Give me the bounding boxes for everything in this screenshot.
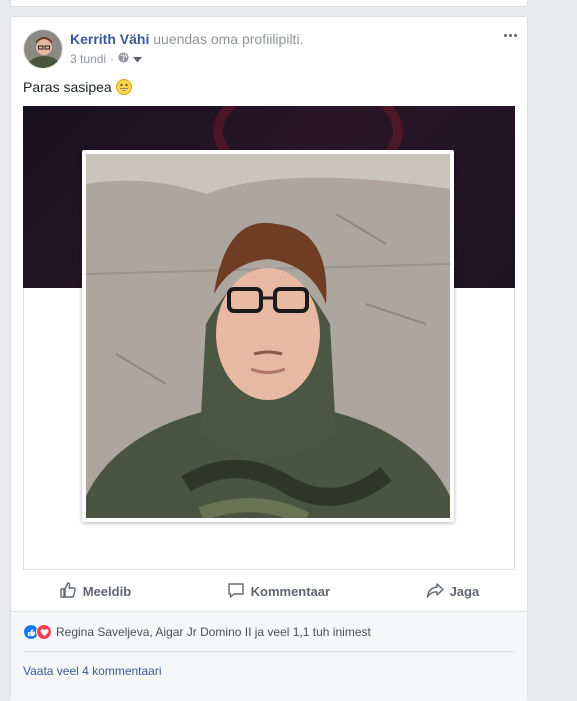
share-button[interactable]: Jaga: [426, 581, 480, 602]
comment-button[interactable]: Kommentaar: [227, 581, 330, 602]
dot: [503, 33, 507, 37]
reactions-summary[interactable]: Regina Saveljeva, Aigar Jr Domino II ja …: [11, 611, 527, 652]
post-header: Kerrith Vähi uuendas oma profiilipilti.: [70, 31, 303, 47]
comment-bubble-icon: [227, 581, 245, 602]
author-name-link[interactable]: Kerrith Vähi: [70, 31, 149, 47]
grinning-face-emoji-icon: [115, 79, 132, 95]
meta-separator: ·: [110, 52, 115, 66]
post-meta: 3 tundi ·: [70, 52, 143, 66]
comment-label: Kommentaar: [250, 583, 331, 599]
post-card: Kerrith Vähi uuendas oma profiilipilti. …: [10, 16, 528, 701]
post-text-content: Paras sasipea: [23, 79, 112, 95]
reaction-icons: [23, 624, 52, 640]
author-avatar[interactable]: [23, 29, 63, 69]
comments-divider: [23, 651, 515, 652]
post-options-button[interactable]: [501, 28, 519, 42]
page-background-strip: [542, 0, 577, 684]
comments-section: Vaata veel 4 kommentaari: [11, 651, 527, 701]
thumbs-up-icon: [59, 581, 77, 602]
profile-photo[interactable]: [82, 150, 454, 522]
love-reaction-icon: [36, 624, 52, 640]
previous-post-card: [10, 0, 528, 7]
share-arrow-icon: [426, 581, 444, 602]
share-label: Jaga: [449, 583, 480, 599]
view-more-comments-link[interactable]: Vaata veel 4 kommentaari: [23, 664, 162, 678]
dot: [513, 33, 517, 37]
post-action-text: uuendas oma profiilipilti.: [153, 31, 304, 47]
post-timestamp[interactable]: 3 tundi: [70, 52, 106, 66]
globe-icon[interactable]: [118, 52, 129, 66]
dot: [508, 33, 512, 37]
post-text: Paras sasipea: [23, 79, 132, 95]
post-actions-bar: Meeldib Kommentaar Jaga: [11, 573, 527, 609]
audience-dropdown-icon[interactable]: [133, 52, 143, 66]
like-button[interactable]: Meeldib: [59, 581, 131, 602]
reactions-text[interactable]: Regina Saveljeva, Aigar Jr Domino II ja …: [56, 625, 371, 639]
profile-photo-image: [86, 154, 450, 518]
like-label: Meeldib: [82, 583, 132, 599]
